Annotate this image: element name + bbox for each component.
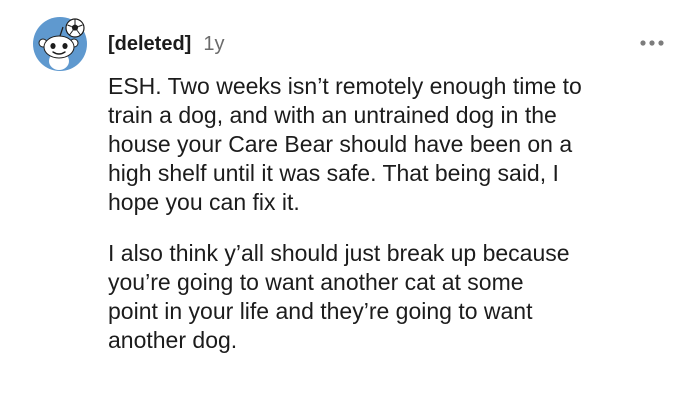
comment-body: ESH. Two weeks isn’t remotely enough tim… (108, 72, 678, 355)
comment-age: 1y (203, 33, 225, 55)
more-options-icon[interactable] (639, 36, 665, 50)
comment-paragraph: ESH. Two weeks isn’t remotely enough tim… (108, 73, 582, 215)
author-username[interactable]: [deleted] (108, 33, 191, 56)
comment-paragraph: I also think y’all should just break up … (108, 240, 570, 353)
comment: [deleted] 1y ESH. Two weeks isn’t remote… (0, 0, 700, 405)
comment-meta: [deleted] 1y (108, 33, 224, 56)
snoo-avatar-icon[interactable] (32, 16, 88, 72)
